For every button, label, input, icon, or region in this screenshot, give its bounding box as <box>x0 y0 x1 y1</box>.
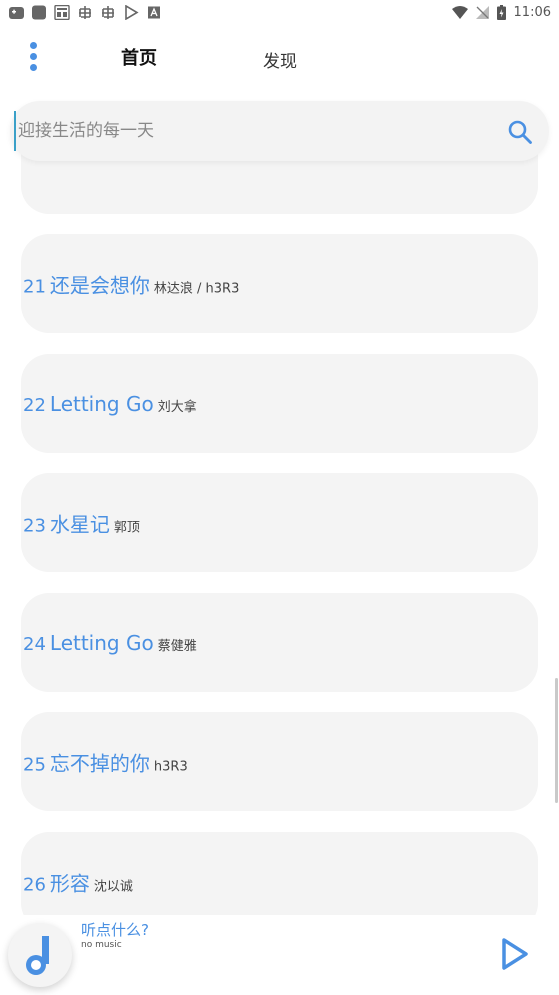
list-item-text: 21 还是会想你 林达浪 / h3R3 <box>23 269 239 298</box>
app-root: 11:06 首页 发现 21 还是会想你 林达浪 / h3R3 22 Letting … <box>0 0 559 995</box>
play-icon[interactable] <box>500 937 530 971</box>
song-artist: 郭顶 <box>113 520 140 535</box>
song-title: Letting Go <box>49 391 154 416</box>
song-number: 21 <box>23 276 46 297</box>
list-item[interactable]: 22 Letting Go 刘大拿 <box>21 354 538 453</box>
song-title: 还是会想你 <box>49 273 150 297</box>
list-item-text: 22 Letting Go 刘大拿 <box>23 392 197 416</box>
song-number: 23 <box>23 515 46 536</box>
song-artist: h3R3 <box>153 759 188 774</box>
list-scrollbar[interactable] <box>555 678 558 803</box>
player-subtitle: no music <box>81 940 122 950</box>
player-title: 听点什么? <box>81 921 149 939</box>
list-item[interactable]: 23 水星记 郭顶 <box>21 473 538 572</box>
song-number: 22 <box>23 394 46 416</box>
list-item-text: 25 忘不掉的你 h3R3 <box>23 747 188 776</box>
search-icon[interactable] <box>507 119 533 145</box>
album-art-button[interactable] <box>8 923 72 987</box>
list-item[interactable]: 25 忘不掉的你 h3R3 <box>21 712 538 811</box>
music-note-icon <box>26 936 49 975</box>
song-title: 形容 <box>49 871 90 895</box>
song-title: Letting Go <box>49 630 154 655</box>
song-artist: 蔡健雅 <box>157 638 197 654</box>
list-item-text: 23 水星记 郭顶 <box>23 508 140 537</box>
song-artist: 沈以诚 <box>93 879 133 894</box>
song-number: 26 <box>23 874 46 895</box>
list-item[interactable]: 21 还是会想你 林达浪 / h3R3 <box>21 234 538 333</box>
song-artist: 刘大拿 <box>157 399 197 415</box>
song-title: 水星记 <box>49 512 110 536</box>
search-bar <box>10 101 549 161</box>
song-artist: 林达浪 / h3R3 <box>153 281 240 296</box>
song-number: 24 <box>23 633 46 655</box>
search-input[interactable] <box>14 111 484 151</box>
list-item[interactable]: 24 Letting Go 蔡健雅 <box>21 593 538 692</box>
player-bar: 听点什么? no music <box>0 915 559 995</box>
song-title: 忘不掉的你 <box>49 751 150 775</box>
list-item-text: 26 形容 沈以诚 <box>23 867 133 896</box>
song-number: 25 <box>23 754 46 775</box>
list-item-text: 24 Letting Go 蔡健雅 <box>23 631 197 655</box>
